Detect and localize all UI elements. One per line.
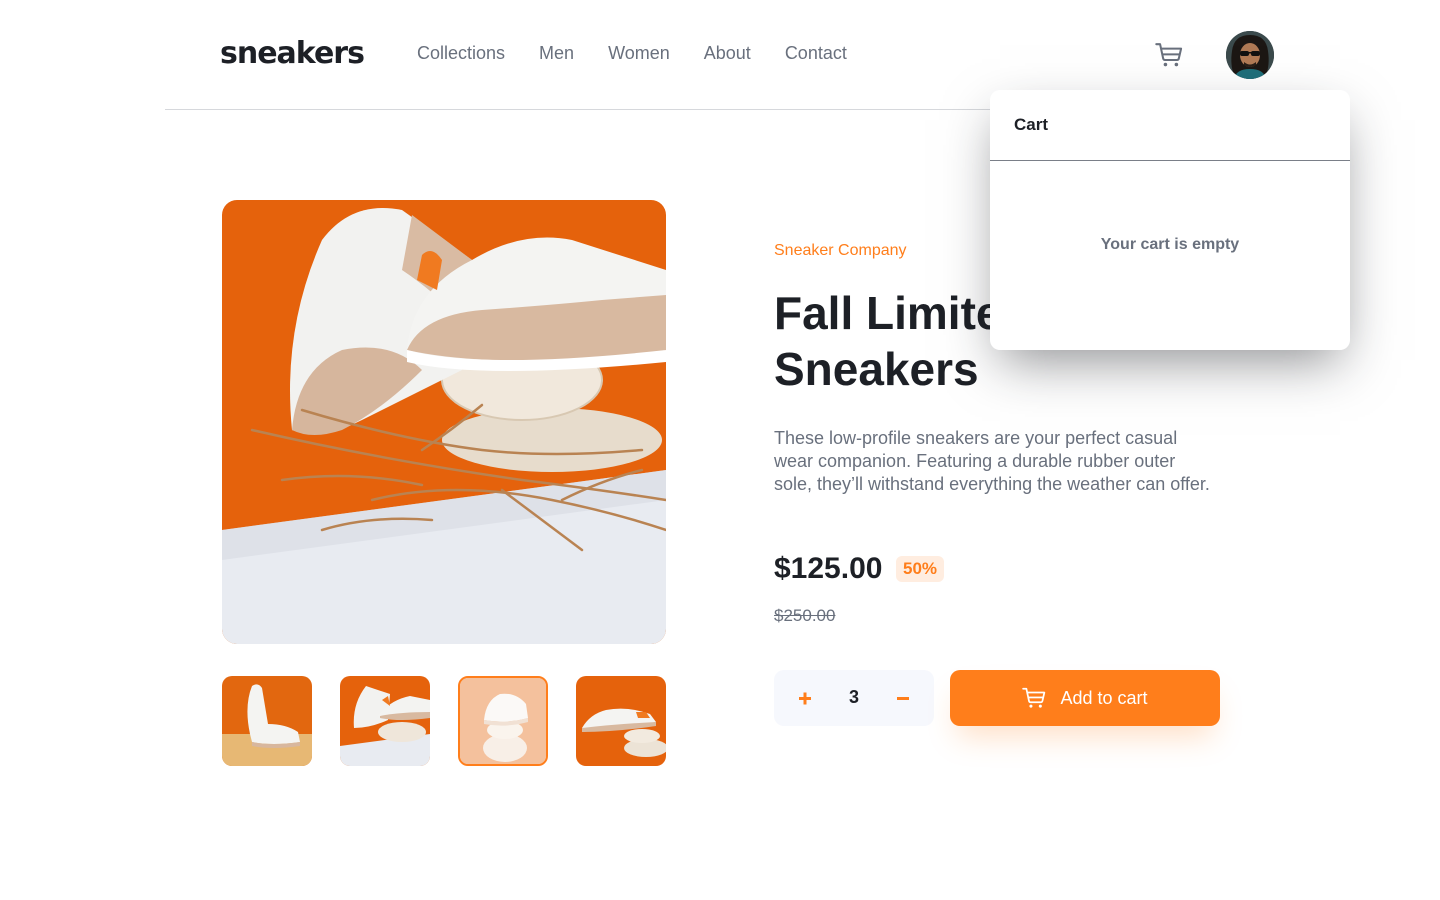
thumbnail-1[interactable] [222, 676, 312, 766]
add-to-cart-label: Add to cart [1060, 687, 1148, 708]
nav-item-women[interactable]: Women [608, 43, 670, 64]
nav-item-collections[interactable]: Collections [417, 43, 505, 64]
logo[interactable]: sneakers [220, 36, 365, 71]
main-nav: Collections Men Women About Contact [417, 43, 847, 64]
original-price: $250.00 [774, 606, 836, 625]
avatar[interactable] [1226, 31, 1274, 79]
add-to-cart-button[interactable]: Add to cart [950, 670, 1220, 726]
avatar-image [1226, 31, 1274, 79]
cart-icon [1155, 43, 1183, 67]
cart-divider [990, 160, 1350, 161]
thumbnail-4[interactable] [576, 676, 666, 766]
product-main-image[interactable] [222, 200, 666, 644]
cart-icon [1022, 687, 1046, 708]
quantity-stepper: 3 [774, 670, 934, 726]
company-name: Sneaker Company [774, 242, 907, 259]
nav-item-contact[interactable]: Contact [785, 43, 847, 64]
cart-dropdown: Cart Your cart is empty [990, 90, 1350, 350]
thumbnail-strip [222, 676, 666, 766]
nav-item-men[interactable]: Men [539, 43, 574, 64]
cart-title: Cart [1014, 115, 1049, 134]
cart-button[interactable] [1155, 42, 1183, 68]
product-description: These low-profile sneakers are your perf… [774, 428, 1210, 494]
minus-icon [897, 697, 909, 700]
discount-badge: 50% [896, 556, 945, 582]
thumbnail-2[interactable] [340, 676, 430, 766]
cart-empty-message: Your cart is empty [1100, 236, 1240, 253]
current-price: $125.00 [774, 552, 883, 585]
nav-item-about[interactable]: About [704, 43, 751, 64]
thumbnail-3[interactable] [458, 676, 548, 766]
quantity-decrease-button[interactable] [892, 687, 914, 709]
